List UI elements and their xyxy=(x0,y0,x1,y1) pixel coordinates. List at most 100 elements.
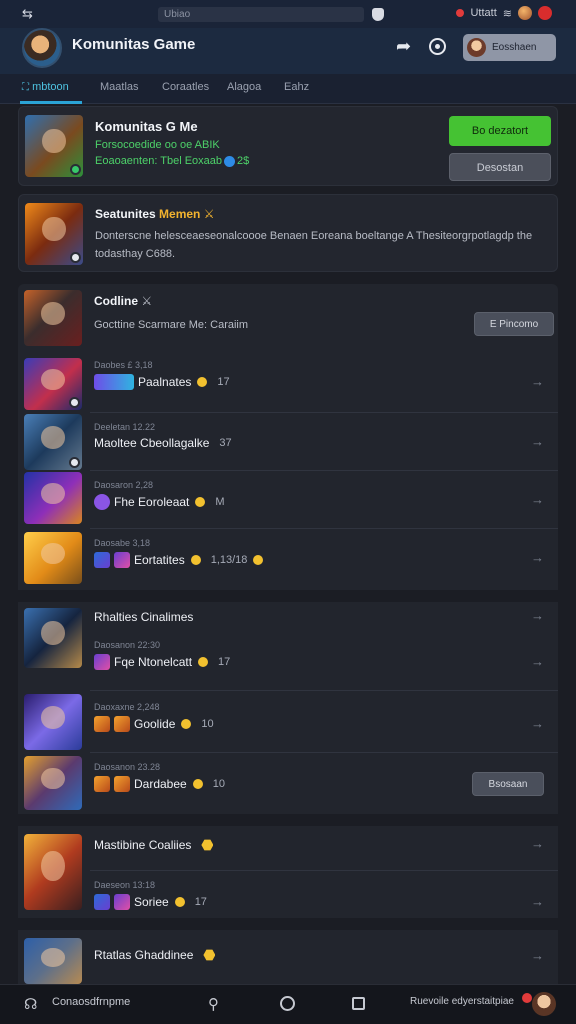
join-button[interactable]: Bo dezatort xyxy=(449,116,551,146)
list-meta: Daosanon 23.28 xyxy=(94,762,161,772)
list-title-text: Goolide xyxy=(134,717,176,731)
game-logo-icon xyxy=(94,716,110,732)
tab-icon: ⛶ xyxy=(22,82,29,93)
chevron-right-icon[interactable]: → xyxy=(531,716,544,731)
share-icon[interactable]: ➦ xyxy=(396,36,411,57)
list-item[interactable]: Daoxaxne 2,248 Goolide 10 → xyxy=(18,692,558,752)
section-gap xyxy=(18,814,558,826)
mini-avatar-icon[interactable] xyxy=(518,6,532,20)
game-logo-icon xyxy=(94,776,110,792)
list-item[interactable]: Daosaron 2,28 Fhe Eoroleaat M → xyxy=(18,472,558,530)
list-item[interactable]: Rtatlas Ghaddinee → xyxy=(18,930,558,984)
row-action-button[interactable]: Bsosaan xyxy=(472,772,544,796)
chevron-right-icon[interactable]: → xyxy=(531,608,544,623)
list-title-text: Eortatites xyxy=(134,553,185,567)
list-item[interactable]: Deeletan 12.22 Maoltee Cbeollagalke 37 → xyxy=(18,414,558,472)
notification-dot-icon xyxy=(522,993,532,1003)
alert-icon[interactable] xyxy=(538,6,552,20)
announcement-text: Donterscne helesceaeseonalcoooe Benaen E… xyxy=(95,230,533,260)
game-logo-icon xyxy=(94,494,110,510)
divider xyxy=(90,752,558,753)
tab-0[interactable]: ⛶ mbtoon xyxy=(22,81,69,93)
list-title: Fhe Eoroleaat M xyxy=(94,494,225,510)
list-title-text: Mastibine Coaliies xyxy=(94,838,192,852)
online-thumbnail[interactable] xyxy=(24,290,82,346)
list-count: 17 xyxy=(217,376,230,388)
coin-icon xyxy=(195,497,206,507)
featured-card: Komunitas G Me Forsocoedide oo oe ABIK E… xyxy=(18,106,558,186)
online-title: Codline ⚔ xyxy=(94,294,152,308)
announcement-thumbnail[interactable] xyxy=(25,203,83,265)
chevron-right-icon[interactable]: → xyxy=(531,492,544,507)
chevron-right-icon[interactable]: → xyxy=(531,948,544,963)
divider xyxy=(90,870,558,871)
list-item[interactable]: Daeseon 13:18 Soriee 17 → xyxy=(18,872,558,916)
list-title-text: Rtatlas Ghaddinee xyxy=(94,948,194,962)
community-icon[interactable]: ☊ xyxy=(24,995,37,1013)
online-title-text: Codline xyxy=(94,294,138,308)
tab-1[interactable]: Maatlas xyxy=(100,81,139,93)
online-button[interactable]: E Pincomo xyxy=(474,312,554,336)
online-section: Codline ⚔ Gocttine Scarmare Me: Caraiim … xyxy=(18,284,558,350)
bottom-nav: ☊ Conaosdfrnpme ⚲ Ruevoile edyerstaitpia… xyxy=(0,984,576,1024)
list-count: 1,13/18 xyxy=(210,554,248,566)
list-count: M xyxy=(215,496,225,508)
status-text: Uttatt xyxy=(470,7,497,19)
user-avatar[interactable] xyxy=(532,992,556,1016)
game-logo-icon xyxy=(94,552,110,568)
back-arrow-icon[interactable]: ⇆ xyxy=(22,6,33,22)
list-count: 10 xyxy=(212,778,225,790)
chevron-right-icon[interactable]: → xyxy=(531,836,544,851)
chevron-right-icon[interactable]: → xyxy=(531,550,544,565)
section-gap xyxy=(18,918,558,930)
game-logo-icon xyxy=(114,552,130,568)
list-title-text: Soriee xyxy=(134,895,169,909)
tab-2[interactable]: Coraatles xyxy=(162,81,209,93)
chevron-right-icon[interactable]: → xyxy=(531,374,544,389)
list-title: Goolide 10 xyxy=(94,716,214,732)
search-icon[interactable]: ⚲ xyxy=(208,995,219,1013)
coin-icon xyxy=(181,719,192,729)
tab-bar: ⛶ mbtoon Maatlas Coraatles Alagoa Eahz xyxy=(0,74,576,104)
list-title-text: Fqe Ntonelcatt xyxy=(114,655,193,669)
chevron-right-icon[interactable]: → xyxy=(531,894,544,909)
trophy-icon: ⚔ xyxy=(203,207,215,221)
list-item[interactable]: Daosabe 3,18 Eortatites 1,13/18 → xyxy=(18,530,558,588)
featured-line2-text: Eoaoaenten: Tbel Eoxaab xyxy=(95,155,223,167)
chevron-right-icon[interactable]: → xyxy=(531,654,544,669)
home-icon[interactable] xyxy=(280,996,295,1011)
verified-badge-text: 2$ xyxy=(237,155,250,167)
coin-icon xyxy=(192,779,203,789)
secondary-button[interactable]: Desostan xyxy=(449,153,551,181)
profile-button[interactable]: Eosshaen xyxy=(463,34,556,61)
tab-3[interactable]: Alagoa xyxy=(227,81,261,93)
list-item[interactable]: Daosanon 23.28 Dardabee 10 Bsosaan xyxy=(18,754,558,812)
list-title: Mastibine Coaliies xyxy=(94,838,214,852)
featured-thumbnail[interactable] xyxy=(25,115,83,177)
badge-icon xyxy=(69,457,80,468)
recents-icon[interactable] xyxy=(352,997,365,1010)
list-thumbnail xyxy=(24,938,82,984)
list-title-text: Maoltee Cbeollagalke xyxy=(94,436,210,450)
chevron-right-icon[interactable]: → xyxy=(531,434,544,449)
tag-icon xyxy=(94,374,134,390)
list-title: Paalnates 17 xyxy=(94,374,230,390)
bottom-right-label[interactable]: Ruevoile edyerstaitpiae xyxy=(410,996,514,1007)
address-bar[interactable]: Ubiao xyxy=(158,7,364,22)
list-item[interactable]: Daobes £ 3,18 Paalnates 17 → xyxy=(18,356,558,414)
list-thumbnail xyxy=(24,532,82,584)
shield-icon xyxy=(372,8,384,21)
announcement-title-text: Seatunites xyxy=(95,207,156,221)
wifi-icon: ≋ xyxy=(502,7,512,20)
game-logo-icon xyxy=(94,894,110,910)
divider xyxy=(90,528,558,529)
profile-label: Eosshaen xyxy=(492,42,537,53)
list-meta: Deeletan 12.22 xyxy=(94,422,156,432)
game-icon: ⚔ xyxy=(141,294,153,308)
tab-4[interactable]: Eahz xyxy=(284,81,309,93)
list-item[interactable]: Daosanon 22:30 Fqe Ntonelcatt 17 → xyxy=(18,636,558,670)
bottom-left-label[interactable]: Conaosdfrnpme xyxy=(52,996,130,1008)
community-avatar[interactable] xyxy=(22,28,62,68)
featured-title: Komunitas G Me xyxy=(95,119,198,134)
settings-icon[interactable] xyxy=(429,38,446,55)
